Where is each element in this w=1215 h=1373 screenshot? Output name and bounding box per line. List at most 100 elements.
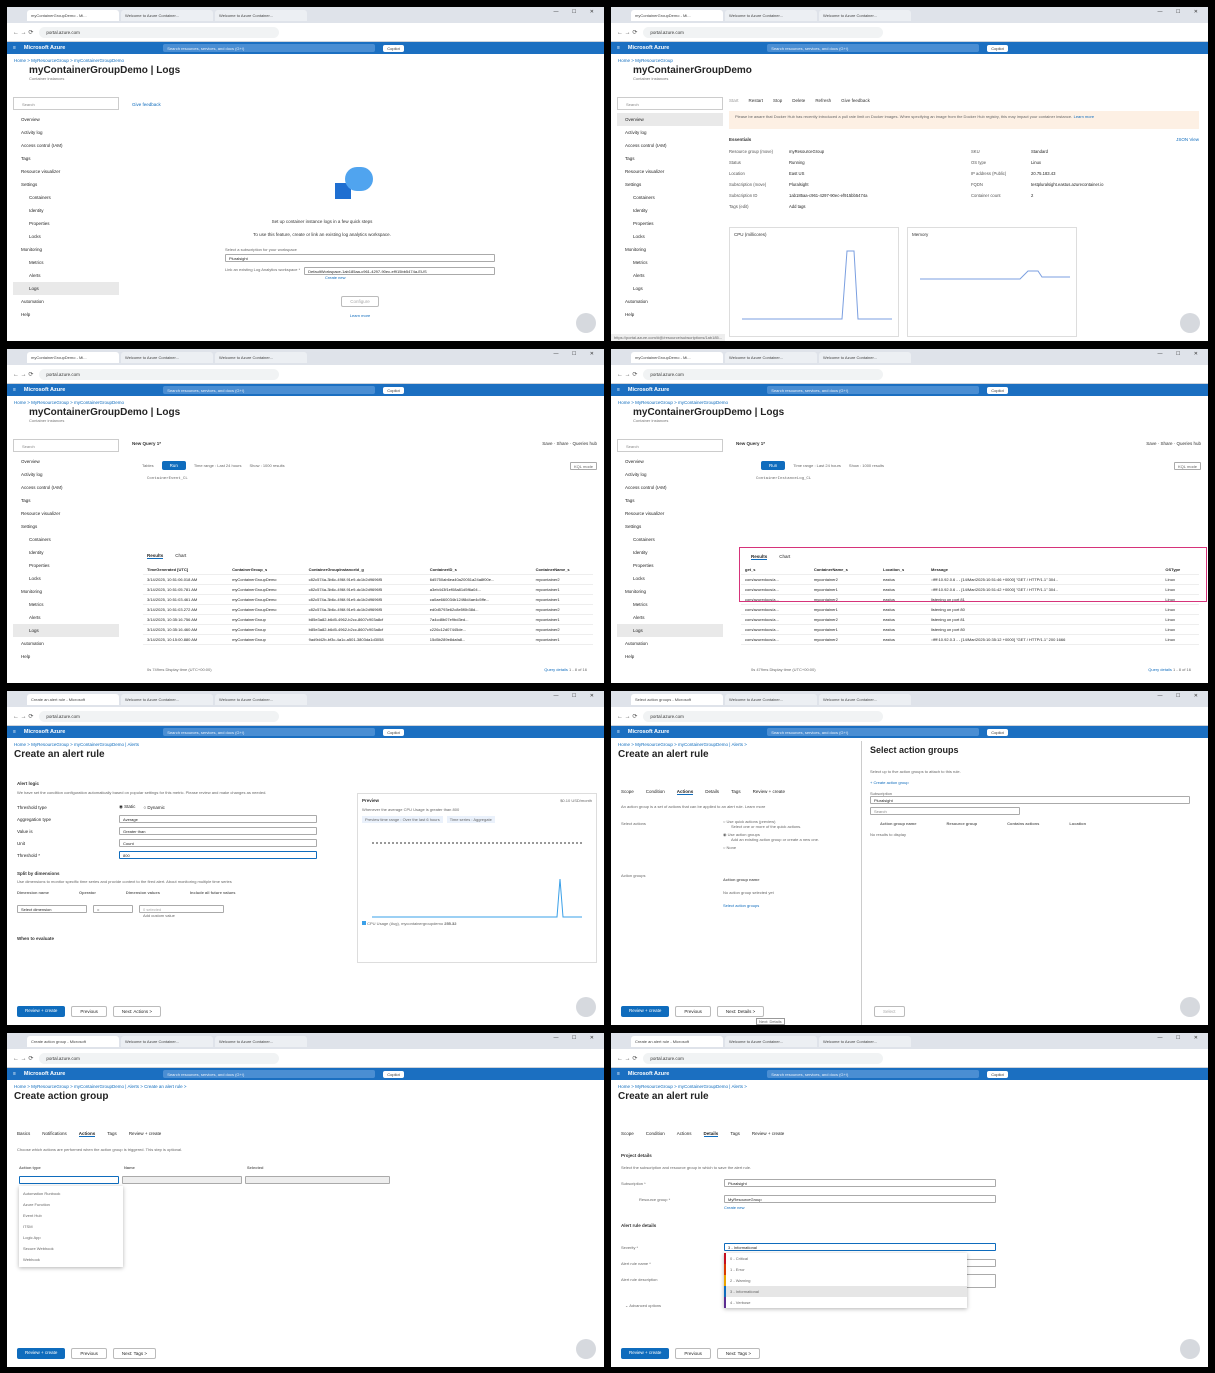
brand[interactable]: Microsoft Azure <box>24 729 65 735</box>
column-header[interactable]: get_s <box>741 565 810 575</box>
sidebar-item[interactable]: Alerts <box>13 611 119 624</box>
address-bar[interactable]: portal.azure.com <box>643 1052 884 1064</box>
review-create-button[interactable]: Review + create <box>17 1348 66 1359</box>
essentials-value[interactable]: 2 <box>1031 193 1033 204</box>
sidebar-item[interactable]: Resource visualizer <box>13 507 119 520</box>
sidebar-item[interactable]: Tags <box>617 152 723 165</box>
table-row[interactable]: com/azuredocs/a... mycontainer2 eastus::ff… <box>741 574 1199 585</box>
wizard-tab[interactable]: Condition <box>646 789 665 794</box>
assistant-icon[interactable] <box>576 1339 596 1359</box>
severity-option[interactable]: 2 - Warning <box>724 1275 967 1286</box>
column-header[interactable]: TimeGenerated [UTC] <box>143 565 229 575</box>
action-name-field[interactable] <box>122 1176 242 1184</box>
sidebar-item[interactable]: Containers <box>13 533 119 546</box>
sidebar-item[interactable]: Resource visualizer <box>13 165 119 178</box>
dimension-select[interactable]: Select dimension <box>17 905 87 913</box>
workspace-select[interactable]: DefaultWorkspace-1ab185aa-c961-4297-90ec… <box>304 267 495 275</box>
menu-icon[interactable]: ≡ <box>617 45 620 51</box>
browser-tab[interactable]: Welcome to Azure Container... <box>725 352 817 363</box>
sidebar-item[interactable]: Monitoring <box>13 585 119 598</box>
assistant-icon[interactable] <box>1180 997 1200 1017</box>
breadcrumb[interactable]: Home > MyResourceGroup > myContainerGrou… <box>611 396 1208 405</box>
table-row[interactable]: com/azuredocs/a... mycontainer1 eastus::ff… <box>741 584 1199 595</box>
brand[interactable]: Microsoft Azure <box>24 45 65 51</box>
address-bar[interactable]: portal.azure.com <box>643 26 884 38</box>
action-type-select[interactable] <box>19 1176 119 1184</box>
breadcrumb[interactable]: Home > MyResourceGroup > myContainerGrou… <box>7 738 604 747</box>
rg-select[interactable]: MyResourceGroup <box>724 1195 996 1203</box>
nav-icons[interactable]: ← → ⟳ <box>617 713 637 720</box>
sidebar-item[interactable]: Automation <box>13 295 119 308</box>
essentials-value[interactable]: myResourceGroup <box>789 149 824 160</box>
table-row[interactable]: 3/14/2025, 10:51:05.781 AM myContainerGro… <box>143 584 593 595</box>
menu-icon[interactable]: ≡ <box>617 387 620 393</box>
window-controls[interactable]: — ☐ ✕ <box>554 693 600 699</box>
menu-icon[interactable]: ≡ <box>617 729 620 735</box>
dropdown-option[interactable]: Secure Webhook <box>19 1243 123 1254</box>
window-controls[interactable]: — ☐ ✕ <box>1158 1035 1204 1041</box>
column-header[interactable]: ContainerGroup_s <box>228 565 305 575</box>
results-tab[interactable]: Results <box>751 554 768 560</box>
nav-icons[interactable]: ← → ⟳ <box>13 29 33 36</box>
review-create-button[interactable]: Review + create <box>621 1006 670 1017</box>
kql-mode[interactable]: KQL mode <box>570 461 597 470</box>
browser-tab[interactable]: Welcome to Azure Container... <box>819 694 911 705</box>
review-create-button[interactable]: Review + create <box>621 1348 670 1359</box>
sidebar-item[interactable]: Overview <box>13 113 119 126</box>
window-controls[interactable]: — ☐ ✕ <box>554 1035 600 1041</box>
query-editor[interactable]: ContainerInstanceLog_CL <box>756 477 811 481</box>
preview-range[interactable]: Preview time range : Over the last 6 hou… <box>362 816 443 823</box>
assistant-icon[interactable] <box>1180 1339 1200 1359</box>
browser-tab[interactable]: Welcome to Azure Container... <box>819 10 911 21</box>
name-field[interactable] <box>966 1259 996 1267</box>
sidebar-item[interactable]: Monitoring <box>13 243 119 256</box>
address-bar[interactable]: portal.azure.com <box>643 710 884 722</box>
breadcrumb[interactable]: Home > MyResourceGroup <box>611 54 1208 63</box>
option-none[interactable]: ○ None <box>723 845 863 850</box>
start-button[interactable]: Start <box>729 98 739 103</box>
run-button[interactable]: Run <box>161 461 186 470</box>
essentials-value[interactable]: Running <box>789 160 805 171</box>
create-new-link[interactable]: Create new <box>325 275 495 280</box>
custom-value[interactable]: Add custom value <box>143 913 327 918</box>
next-button[interactable]: Next: Details > <box>716 1006 765 1017</box>
learn-more-link[interactable]: Learn more <box>225 313 495 318</box>
assistant-icon[interactable] <box>576 997 596 1017</box>
breadcrumb[interactable]: Home > MyResourceGroup > myContainerGrou… <box>7 54 604 63</box>
essentials-value[interactable]: Linux <box>1031 160 1041 171</box>
nav-icons[interactable]: ← → ⟳ <box>13 713 33 720</box>
review-create-button[interactable]: Review + create <box>17 1006 66 1017</box>
table-row[interactable]: com/azuredocs/a... mycontainer2 eastus list… <box>741 594 1199 605</box>
search-input[interactable]: Search resources, services, and docs (G+… <box>163 44 376 52</box>
search-input[interactable]: Search resources, services, and docs (G+… <box>767 386 980 394</box>
column-header[interactable]: Message <box>927 565 1162 575</box>
select-button[interactable]: Select <box>874 1006 905 1017</box>
time-range[interactable]: Time range : Last 24 hours <box>194 463 242 468</box>
browser-tab[interactable]: Create an alert rule - Microsoft <box>27 694 119 705</box>
show-results[interactable]: Show : 1000 results <box>249 463 284 468</box>
sidebar-item[interactable]: Resource visualizer <box>617 507 723 520</box>
sidebar-item[interactable]: Activity log <box>13 126 119 139</box>
sidebar-item[interactable]: Help <box>617 650 723 663</box>
condition-select[interactable]: Greater than <box>119 827 317 835</box>
wizard-tab[interactable]: Scope <box>621 789 634 794</box>
wizard-tab[interactable]: Review + create <box>753 789 785 794</box>
browser-tab[interactable]: Welcome to Azure Container... <box>121 694 213 705</box>
sidebar-item[interactable]: Containers <box>13 191 119 204</box>
nav-icons[interactable]: ← → ⟳ <box>617 1055 637 1062</box>
column-header[interactable]: ContainerName_s <box>809 565 880 575</box>
breadcrumb[interactable]: Home > MyResourceGroup > myContainerGrou… <box>7 1080 604 1089</box>
advanced-options[interactable]: ⌄ Advanced options <box>625 1303 661 1308</box>
wizard-tab[interactable]: Scope <box>621 1131 634 1136</box>
wizard-tab[interactable]: Details <box>705 789 719 794</box>
severity-option[interactable]: 3 - Informational <box>724 1286 967 1297</box>
table-row[interactable]: 3/14/2025, 10:51:03.272 AM myContainerGro… <box>143 604 593 615</box>
essentials-heading[interactable]: Essentials <box>729 137 751 142</box>
menu-icon[interactable]: ≡ <box>13 1071 16 1077</box>
col-header[interactable]: Contains actions <box>1007 821 1039 826</box>
wizard-tab[interactable]: Tags <box>107 1131 117 1136</box>
copilot-button[interactable]: Copilot <box>987 728 1008 736</box>
wizard-tab[interactable]: Notifications <box>42 1131 67 1136</box>
sidebar-item[interactable]: Automation <box>13 637 119 650</box>
queries-hub-button[interactable]: Queries hub <box>572 441 597 446</box>
